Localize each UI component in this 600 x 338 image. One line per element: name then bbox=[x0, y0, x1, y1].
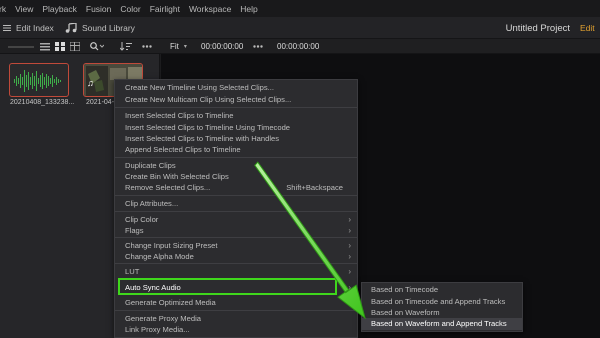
tab-edit[interactable]: Edit bbox=[580, 17, 600, 39]
music-note-icon bbox=[64, 22, 78, 33]
menu-separator bbox=[115, 107, 357, 108]
submenu-item-timecode-append[interactable]: Based on Timecode and Append Tracks bbox=[362, 296, 522, 307]
menu-item-link-proxy[interactable]: Link Proxy Media... bbox=[115, 324, 357, 335]
menu-item-shortcut: Shift+Backspace bbox=[286, 183, 343, 192]
submenu-item-waveform-append[interactable]: Based on Waveform and Append Tracks bbox=[362, 318, 522, 330]
chevron-right-icon: › bbox=[348, 241, 351, 250]
audio-waveform bbox=[14, 70, 61, 92]
submenu-item-timecode[interactable]: Based on Timecode bbox=[362, 284, 522, 295]
menu-separator bbox=[115, 195, 357, 196]
chevron-down-icon: ▾ bbox=[183, 44, 187, 50]
top-toolbar: Edit Index Sound Library Untitled Projec… bbox=[0, 17, 600, 39]
menu-item-alpha-mode[interactable]: Change Alpha Mode › bbox=[115, 251, 357, 262]
context-menu: Create New Timeline Using Selected Clips… bbox=[114, 79, 358, 338]
sound-library-button[interactable]: Sound Library bbox=[64, 17, 135, 39]
clip-thumbnail-audio[interactable] bbox=[9, 63, 69, 97]
project-title: Untitled Project bbox=[505, 22, 570, 34]
menu-workspace-partial[interactable]: rk bbox=[0, 4, 6, 14]
chevron-right-icon: › bbox=[348, 267, 351, 276]
menu-item-clip-color[interactable]: Clip Color › bbox=[115, 214, 357, 225]
edit-index-button[interactable]: Edit Index bbox=[3, 17, 54, 39]
menu-view[interactable]: View bbox=[15, 4, 33, 14]
chevron-right-icon: › bbox=[348, 226, 351, 235]
viewer-options-icon[interactable] bbox=[253, 39, 263, 54]
menu-item-create-bin[interactable]: Create Bin With Selected Clips bbox=[115, 171, 357, 182]
menu-fusion[interactable]: Fusion bbox=[86, 4, 112, 14]
clip-name-audio: 20210408_133238... bbox=[10, 99, 75, 106]
media-pool-toolbar: Fit ▾ 00:00:00:00 00:00:00:00 bbox=[0, 39, 600, 54]
list-icon bbox=[3, 24, 11, 32]
menu-item-insert-handles[interactable]: Insert Selected Clips to Timeline with H… bbox=[115, 133, 357, 144]
menu-item-duplicate-clips[interactable]: Duplicate Clips bbox=[115, 160, 357, 171]
menu-item-create-multicam[interactable]: Create New Multicam Clip Using Selected … bbox=[115, 94, 357, 105]
menu-separator bbox=[115, 310, 357, 311]
list-view-icon[interactable] bbox=[40, 39, 50, 54]
annotation-highlight-box bbox=[118, 278, 337, 295]
menu-playback[interactable]: Playback bbox=[42, 4, 77, 14]
menu-separator bbox=[115, 211, 357, 212]
thumbnail-view-icon[interactable] bbox=[55, 39, 65, 54]
menu-separator bbox=[115, 157, 357, 158]
audio-clip-icon: ♫ bbox=[87, 78, 94, 88]
menu-item-optimized-media[interactable]: Generate Optimized Media bbox=[115, 297, 357, 308]
panel-expand-icon[interactable] bbox=[8, 39, 34, 54]
edit-index-label: Edit Index bbox=[16, 23, 54, 33]
menu-bar: rk View Playback Fusion Color Fairlight … bbox=[0, 0, 600, 17]
chevron-right-icon: › bbox=[348, 252, 351, 261]
menu-workspace[interactable]: Workspace bbox=[189, 4, 231, 14]
menu-item-proxy-media[interactable]: Generate Proxy Media bbox=[115, 313, 357, 324]
sort-icon[interactable] bbox=[120, 39, 132, 54]
menu-item-input-sizing[interactable]: Change Input Sizing Preset › bbox=[115, 240, 357, 251]
menu-help[interactable]: Help bbox=[240, 4, 257, 14]
chevron-right-icon: › bbox=[348, 283, 351, 292]
timecode-display: 00:00:00:00 bbox=[201, 42, 244, 51]
submenu-item-waveform[interactable]: Based on Waveform bbox=[362, 307, 522, 318]
menu-item-clip-attributes[interactable]: Clip Attributes... bbox=[115, 198, 357, 209]
auto-sync-audio-submenu: Based on Timecode Based on Timecode and … bbox=[361, 282, 523, 332]
menu-item-append-clips[interactable]: Append Selected Clips to Timeline bbox=[115, 144, 357, 155]
menu-item-insert-clips[interactable]: Insert Selected Clips to Timeline bbox=[115, 110, 357, 121]
menu-item-create-timeline[interactable]: Create New Timeline Using Selected Clips… bbox=[115, 82, 357, 93]
zoom-select[interactable]: Fit ▾ bbox=[170, 39, 187, 54]
menu-fairlight[interactable]: Fairlight bbox=[150, 4, 180, 14]
metadata-view-icon[interactable] bbox=[70, 39, 80, 54]
menu-item-remove-clips[interactable]: Remove Selected Clips... Shift+Backspace bbox=[115, 182, 357, 193]
chevron-right-icon: › bbox=[348, 215, 351, 224]
more-options-icon[interactable] bbox=[142, 39, 152, 54]
menu-color[interactable]: Color bbox=[120, 4, 140, 14]
zoom-value: Fit bbox=[170, 42, 179, 51]
menu-separator bbox=[115, 263, 357, 264]
menu-item-lut[interactable]: LUT › bbox=[115, 266, 357, 277]
menu-item-insert-timecode[interactable]: Insert Selected Clips to Timeline Using … bbox=[115, 122, 357, 133]
sound-library-label: Sound Library bbox=[82, 23, 135, 33]
search-icon[interactable] bbox=[90, 39, 104, 54]
timecode-display-2: 00:00:00:00 bbox=[277, 42, 320, 51]
menu-item-flags[interactable]: Flags › bbox=[115, 225, 357, 236]
menu-separator bbox=[115, 237, 357, 238]
